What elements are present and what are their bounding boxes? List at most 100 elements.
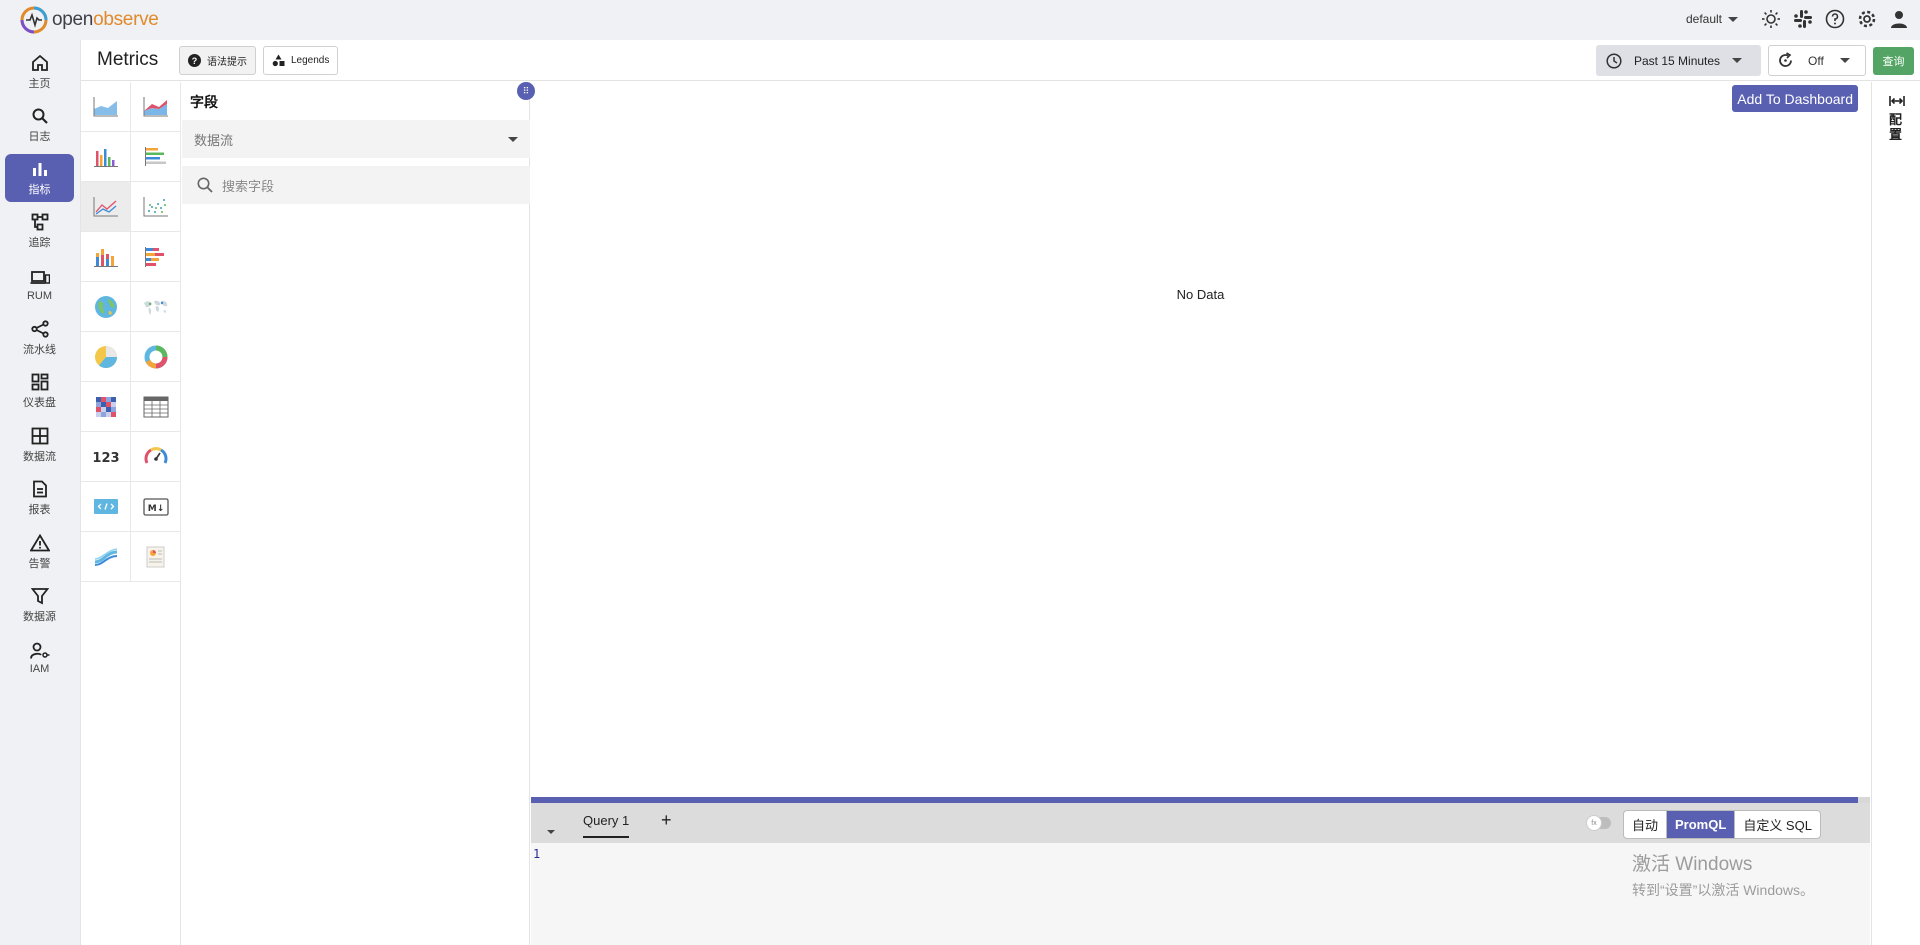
field-search-input[interactable]: 搜索字段 [182,166,530,204]
add-to-dashboard-button[interactable]: Add To Dashboard [1732,85,1858,112]
brand-logo[interactable]: openobserve [20,6,159,34]
brand-name: openobserve [52,9,159,31]
user-account-icon[interactable] [1888,8,1910,30]
chevron-down-icon [508,137,518,142]
chart-type-geomap[interactable] [81,282,131,332]
chart-type-stacked-bar[interactable] [81,232,131,282]
page-title: Metrics [97,49,158,71]
stream-select[interactable]: 数据流 [182,120,530,158]
no-data-message: No Data [531,287,1870,302]
fields-title: 字段 [190,92,218,112]
mode-auto-button[interactable]: 自动 [1624,811,1667,838]
nav-label-ingestion: 数据源 [23,608,56,624]
auto-refresh-picker[interactable]: Off [1768,45,1866,76]
clock-icon [1606,53,1622,69]
refresh-label: Off [1808,54,1824,68]
watermark-line-2: 转到“设置”以激活 Windows。 [1632,880,1814,900]
nav-item-alerts[interactable]: 告警 [5,528,74,576]
run-query-button[interactable]: 查询 [1873,47,1914,75]
nav-item-ingestion[interactable]: 数据源 [5,581,74,629]
stacked-bar-chart-icon [92,245,120,269]
mode-custom-sql-button[interactable]: 自定义 SQL [1735,811,1820,838]
shapes-icon [272,54,285,67]
nav-item-pipelines[interactable]: 流水线 [5,314,74,362]
chart-type-markdown[interactable]: M↓ [131,482,181,532]
gauge-chart-icon [143,444,169,470]
slack-icon[interactable] [1792,8,1814,30]
collapse-query-button[interactable] [547,821,555,839]
field-search-placeholder: 搜索字段 [222,176,274,195]
chart-type-html[interactable] [81,482,131,532]
add-query-button[interactable]: + [661,810,672,831]
nav-item-metrics[interactable]: 指标 [5,154,74,202]
help-icon[interactable] [1824,8,1846,30]
settings-gear-icon[interactable] [1856,8,1878,30]
chart-type-stacked-area[interactable] [131,82,181,132]
stream-select-placeholder: 数据流 [194,130,233,149]
mode-promql-button[interactable]: PromQL [1667,811,1735,838]
tab-query-1[interactable]: Query 1 [583,813,629,838]
chart-type-table[interactable] [131,382,181,432]
devices-icon [30,269,50,287]
home-icon [31,54,49,72]
chart-type-metric[interactable]: 123 [81,432,131,482]
left-nav: 主页 日志 指标 追踪 RUM 流水线 仪表盘 数据流 [0,40,79,945]
chart-type-bar[interactable] [81,132,131,182]
top-bar: openobserve default [0,0,1920,40]
custom-chart-icon [144,545,168,569]
nav-label-traces: 追踪 [29,234,51,250]
main-panel: Metrics ? 语法提示 Legends Past 15 Minutes O… [80,40,1920,945]
config-label[interactable]: 配置 [1889,112,1903,142]
chart-type-horizontal-stacked-bar[interactable] [131,232,181,282]
nav-item-iam[interactable]: IAM [5,634,74,682]
time-range-picker[interactable]: Past 15 Minutes [1596,45,1761,76]
chart-type-donut[interactable] [131,332,181,382]
horizontal-bar-chart-icon [142,145,170,169]
filter-icon [31,587,49,605]
editor-line-number: 1 [533,847,540,861]
theme-toggle-icon[interactable] [1760,8,1782,30]
syntax-help-button[interactable]: ? 语法提示 [179,46,256,75]
chart-type-gauge[interactable] [131,432,181,482]
chart-type-scatter[interactable] [131,182,181,232]
bar-chart-icon [31,160,49,178]
refresh-icon [1777,52,1794,69]
nav-label-logs: 日志 [29,128,51,144]
nav-label-iam: IAM [30,663,50,675]
nav-label-dashboards: 仪表盘 [23,394,56,410]
nav-label-home: 主页 [29,75,51,91]
nav-item-traces[interactable]: 追踪 [5,207,74,255]
chart-type-sankey[interactable] [81,532,131,582]
nav-item-dashboards[interactable]: 仪表盘 [5,367,74,415]
svg-text:M↓: M↓ [147,504,164,514]
fx-toggle[interactable]: fx [1587,817,1611,829]
chart-type-maps[interactable] [131,282,181,332]
nav-item-rum[interactable]: RUM [5,261,74,309]
legends-label: Legends [291,55,329,66]
nav-item-reports[interactable]: 报表 [5,474,74,522]
nav-label-reports: 报表 [29,501,51,517]
chart-type-heatmap[interactable] [81,382,131,432]
dashboard-icon [31,373,49,391]
nav-label-rum: RUM [27,290,52,302]
chart-type-horizontal-bar[interactable] [131,132,181,182]
nav-item-logs[interactable]: 日志 [5,101,74,149]
chevron-down-icon [1728,17,1738,22]
pipeline-icon [31,320,49,338]
stream-grid-icon [31,427,49,445]
syntax-help-label: 语法提示 [207,53,247,68]
nav-item-home[interactable]: 主页 [5,48,74,96]
chart-type-pie[interactable] [81,332,131,382]
legends-button[interactable]: Legends [263,46,338,75]
chart-type-line[interactable] [81,182,131,232]
expand-horizontal-icon[interactable] [1889,94,1905,108]
org-selector[interactable]: default [1686,12,1738,26]
chevron-down-icon [547,830,555,834]
nav-item-streams[interactable]: 数据流 [5,421,74,469]
chevron-down-icon [1840,58,1850,63]
user-key-icon [30,642,50,660]
svg-text:?: ? [192,56,198,66]
chart-type-area[interactable] [81,82,131,132]
chart-type-custom[interactable] [131,532,181,582]
trace-icon [31,213,49,231]
